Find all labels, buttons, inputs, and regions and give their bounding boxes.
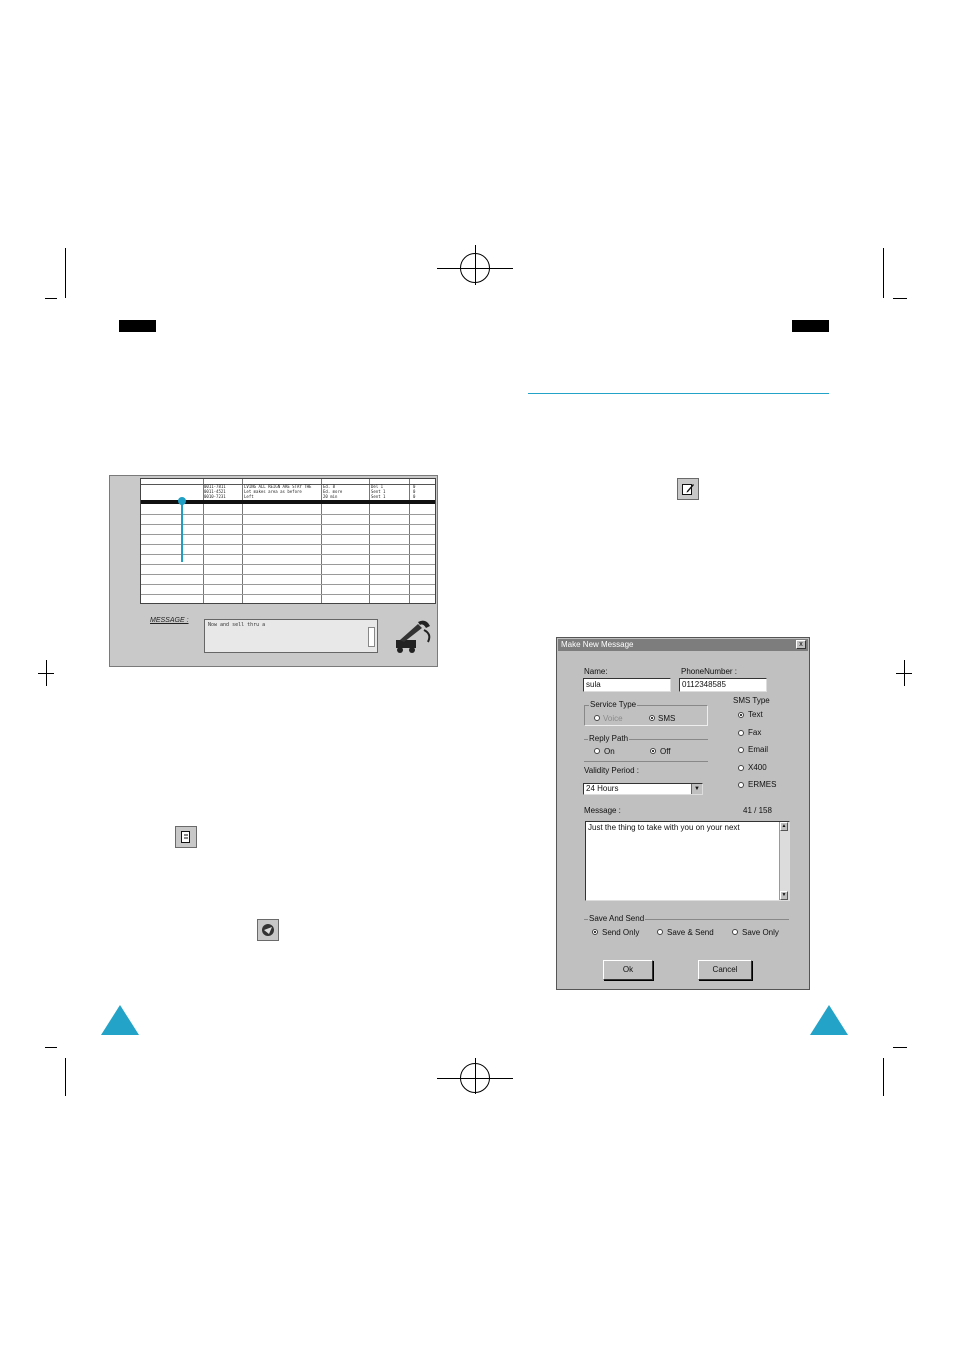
- row-date: 0010-7231: [204, 494, 226, 499]
- name-label: Name:: [584, 667, 608, 676]
- sms-type-fax-label: Fax: [748, 728, 762, 737]
- send-only-radio[interactable]: [592, 929, 598, 935]
- message-label: MESSAGE :: [150, 617, 189, 624]
- validity-period-divider: [584, 761, 708, 762]
- sms-type-email-label: Email: [748, 745, 769, 754]
- table-row-time: 20 min: [323, 494, 338, 499]
- table-row-count: 0: [413, 494, 416, 499]
- save-only-label: Save Only: [742, 928, 779, 937]
- message-list-window: 0011-7811 LVING ALL REIGN ARE STAY THE E…: [109, 475, 438, 667]
- chevron-down-icon[interactable]: ▼: [691, 784, 702, 794]
- service-type-voice-radio[interactable]: [594, 715, 600, 721]
- page-marker-triangle-left: [101, 1005, 139, 1035]
- table-row[interactable]: 0010-7231: [204, 495, 226, 499]
- save-and-send-group: Save And Send Send Only Save & Send Save…: [584, 914, 789, 937]
- registration-mark-line: [475, 1058, 476, 1094]
- sms-type-text-radio[interactable]: [738, 712, 744, 718]
- sms-type-text-label: Text: [748, 710, 763, 719]
- crop-mark: [893, 298, 907, 299]
- validity-period-select[interactable]: 24 Hours ▼: [583, 783, 703, 795]
- message-scrollbar[interactable]: ▲ ▼: [779, 822, 789, 900]
- crop-mark: [883, 1058, 884, 1096]
- crop-mark: [883, 248, 884, 298]
- sms-type-label: SMS Type: [733, 696, 770, 705]
- service-type-sms-radio[interactable]: [649, 715, 655, 721]
- table-row-status: Sent 1: [371, 494, 386, 499]
- phone-number-field[interactable]: 0112348585: [679, 678, 767, 692]
- ok-button[interactable]: Ok: [603, 960, 653, 980]
- message-preview-text: Now and sell thru a: [208, 622, 266, 628]
- make-new-message-dialog: Make New Message x Name: sula PhoneNumbe…: [556, 637, 810, 990]
- sms-type-ermes-radio[interactable]: [738, 782, 744, 788]
- message-text: Just the thing to take with you on your …: [588, 823, 740, 832]
- close-button[interactable]: x: [796, 640, 806, 649]
- send-icon[interactable]: [257, 919, 279, 941]
- new-message-icon[interactable]: [677, 478, 699, 500]
- registration-mark-line: [896, 673, 912, 674]
- save-and-send-option-label: Save & Send: [667, 928, 714, 937]
- sms-type-email-radio[interactable]: [738, 747, 744, 753]
- service-type-label: Service Type: [589, 700, 638, 710]
- crop-mark: [65, 1058, 66, 1096]
- char-count: 41 / 158: [743, 806, 772, 815]
- scroll-up-icon[interactable]: ▲: [780, 822, 788, 831]
- message-textarea[interactable]: Just the thing to take with you on your …: [585, 821, 790, 901]
- service-type-sms-label: SMS: [658, 714, 676, 723]
- dialog-title-bar[interactable]: Make New Message x: [558, 639, 808, 651]
- save-and-send-radio[interactable]: [657, 929, 663, 935]
- page-marker-triangle-right: [810, 1005, 848, 1035]
- service-type-voice-label: Voice: [603, 714, 623, 723]
- message-label: Message :: [584, 806, 621, 815]
- phone-handset-icon[interactable]: [392, 616, 436, 656]
- section-rule: [528, 393, 829, 394]
- phone-number-label: PhoneNumber :: [681, 667, 738, 676]
- dialog-title: Make New Message: [561, 640, 634, 649]
- name-field[interactable]: sula: [583, 678, 671, 692]
- sms-type-ermes-label: ERMES: [748, 780, 777, 789]
- table-row-text: Left: [244, 494, 254, 499]
- save-only-radio[interactable]: [732, 929, 738, 935]
- sms-type-fax-radio[interactable]: [738, 730, 744, 736]
- reply-path-on-label: On: [604, 747, 615, 756]
- validity-period-label: Validity Period :: [584, 766, 639, 775]
- sms-type-x400-radio[interactable]: [738, 765, 744, 771]
- reply-path-group: Reply Path On Off: [584, 734, 708, 758]
- message-preview-box[interactable]: Now and sell thru a: [204, 619, 378, 653]
- scroll-down-icon[interactable]: ▼: [780, 891, 788, 900]
- cancel-button[interactable]: Cancel: [698, 960, 752, 980]
- registration-mark-line: [38, 673, 54, 674]
- callout-line: [181, 504, 183, 562]
- reply-path-off-label: Off: [660, 747, 671, 756]
- sms-type-x400-label: X400: [748, 763, 767, 772]
- send-only-label: Send Only: [602, 928, 640, 937]
- registration-mark-line: [475, 245, 476, 285]
- reply-path-on-radio[interactable]: [594, 748, 600, 754]
- crop-mark: [45, 1047, 57, 1048]
- reply-path-off-radio[interactable]: [650, 748, 656, 754]
- message-preview-scrollbar[interactable]: [368, 627, 375, 647]
- service-type-group: Service Type Voice SMS: [584, 700, 708, 726]
- crop-mark: [893, 1047, 907, 1048]
- reply-path-label: Reply Path: [588, 734, 630, 744]
- page-header-bar-right: [792, 320, 829, 332]
- reply-icon[interactable]: [175, 826, 197, 848]
- validity-period-value: 24 Hours: [586, 784, 619, 793]
- crop-mark: [65, 248, 66, 298]
- crop-mark: [45, 298, 57, 299]
- save-and-send-label: Save And Send: [588, 914, 646, 924]
- page-header-bar-left: [119, 320, 156, 332]
